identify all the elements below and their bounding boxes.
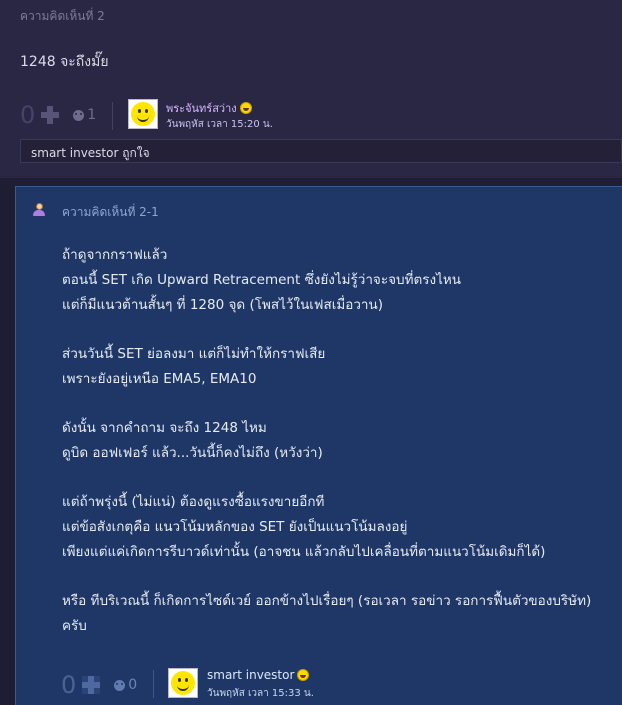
user-icon xyxy=(32,203,46,217)
vote-count: 0 xyxy=(61,671,77,699)
comment-2: ความคิดเห็นที่ 2 1248 จะถึงมั๊ย 0 1 พระจ… xyxy=(0,0,622,178)
author-name-link[interactable]: smart investor xyxy=(207,668,294,682)
author-name-row: พระจันทร์สว่าง xyxy=(166,99,252,117)
smiley-avatar-icon xyxy=(131,102,155,126)
paragraph: แต่ถ้าพรุ่งนี้ (ไม่แน่) ต้องดูแรงซื้อแรง… xyxy=(62,490,617,565)
emotion-icon[interactable] xyxy=(114,679,126,691)
smiley-avatar-icon xyxy=(171,671,195,695)
vote-box: 0 0 xyxy=(61,671,137,699)
text-line: ตอนนี้ SET เกิด Upward Retracement ซึ่งย… xyxy=(62,272,461,288)
comment-2-1: ความคิดเห็นที่ 2-1 ถ้าดูจากกราฟแล้ว ตอนน… xyxy=(15,186,622,705)
emotion-count: 0 xyxy=(128,677,138,693)
text-line: แต่ถ้าพรุ่งนี้ (ไม่แน่) ต้องดูแรงซื้อแรง… xyxy=(62,494,325,510)
text-line: หรือ ทีบริเวณนี้ ก็เกิดการไซด์เวย์ ออกข้… xyxy=(62,593,592,609)
text-line: ถ้าดูจากกราฟแล้ว xyxy=(62,247,168,263)
paragraph: ดังนั้น จากคำถาม จะถึง 1248 ไหม ดูบิด ออ… xyxy=(62,416,617,466)
plus-icon[interactable] xyxy=(41,106,60,124)
emotion-icon[interactable] xyxy=(73,109,85,121)
comment-date: วันพฤหัส เวลา 15:33 น. xyxy=(207,688,314,699)
text-line: แต่ข้อสังเกตุคือ แนวโน้มหลักของ SET ยังเ… xyxy=(62,519,408,535)
text-line: เพราะยังอยู่เหนือ EMA5, EMA10 xyxy=(62,371,257,387)
comment-title: ความคิดเห็นที่ 2-1 xyxy=(62,205,159,219)
vote-divider xyxy=(153,670,154,698)
comment-body: ถ้าดูจากกราฟแล้ว ตอนนี้ SET เกิด Upward … xyxy=(62,243,617,663)
emotion-count: 1 xyxy=(87,107,97,123)
comment-title: ความคิดเห็นที่ 2 xyxy=(20,9,105,23)
comment-date: วันพฤหัส เวลา 15:20 น. xyxy=(166,119,273,130)
smile-icon xyxy=(239,102,252,114)
smile-icon xyxy=(297,669,310,681)
author-avatar[interactable] xyxy=(128,99,158,129)
paragraph: หรือ ทีบริเวณนี้ ก็เกิดการไซด์เวย์ ออกข้… xyxy=(62,589,617,639)
text-line: ส่วนวันนี้ SET ย่อลงมา แต่ก็ไม่ทำให้กราฟ… xyxy=(62,346,326,362)
text-line: เพียงแต่แค่เกิดการรีบาวด์เท่านั้น (อาจชน… xyxy=(62,544,546,560)
text-line: ดังนั้น จากคำถาม จะถึง 1248 ไหม xyxy=(62,420,267,436)
text-line: ดูบิด ออฟเฟอร์ แล้ว...วันนี้ก็คงไม่ถึง (… xyxy=(62,445,323,461)
author-name-row: smart investor xyxy=(207,668,310,682)
vote-count: 0 xyxy=(20,101,36,129)
text-line: ครับ xyxy=(62,618,87,634)
reply-input-value: smart investor ถูกใจ xyxy=(31,146,150,160)
plus-icon[interactable] xyxy=(82,676,101,694)
reply-input[interactable]: smart investor ถูกใจ xyxy=(20,139,622,163)
paragraph: ส่วนวันนี้ SET ย่อลงมา แต่ก็ไม่ทำให้กราฟ… xyxy=(62,342,617,392)
author-avatar[interactable] xyxy=(168,668,198,698)
vote-divider xyxy=(112,102,113,130)
author-name-link[interactable]: พระจันทร์สว่าง xyxy=(166,99,237,117)
paragraph: ถ้าดูจากกราฟแล้ว ตอนนี้ SET เกิด Upward … xyxy=(62,243,617,318)
vote-box: 0 1 xyxy=(20,101,96,129)
comment-body: 1248 จะถึงมั๊ย xyxy=(20,54,109,70)
text-line: แต่ก็มีแนวต้านสั้นๆ ที่ 1280 จุด (โพสไว้… xyxy=(62,297,383,313)
